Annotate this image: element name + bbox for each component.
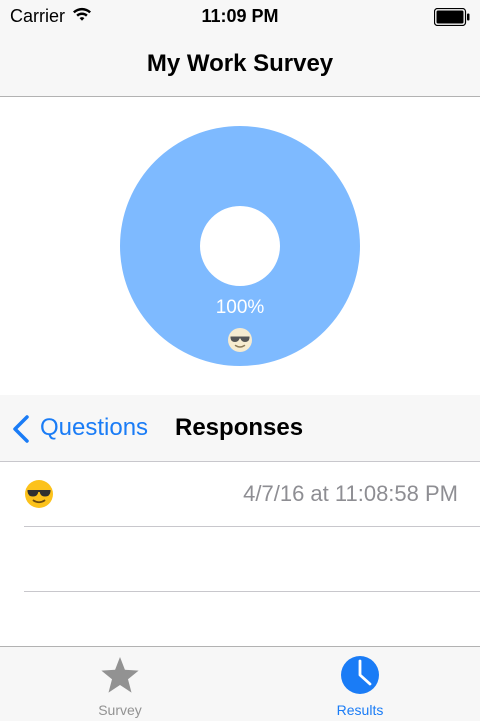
list-item (0, 527, 480, 592)
slice-percent-label: 100% (215, 297, 265, 318)
response-date: 4/7/16 at 11:08:58 PM (243, 481, 458, 506)
list-item[interactable]: 4/7/16 at 11:08:58 PM (0, 462, 480, 527)
responses-list: 4/7/16 at 11:08:58 PM (0, 462, 480, 646)
pie-chart-icon (340, 655, 380, 700)
status-bar: Carrier 11:09 PM (0, 0, 480, 40)
tab-survey[interactable]: Survey (0, 647, 240, 721)
tab-results-label: Results (336, 702, 384, 718)
tab-results[interactable]: Results (240, 647, 480, 721)
tab-survey-label: Survey (98, 702, 142, 718)
list-item (0, 592, 480, 646)
results-chart: 100% (0, 97, 480, 395)
page-title: My Work Survey (146, 50, 334, 77)
tab-bar: Survey Results (0, 646, 480, 721)
chevron-left-icon (12, 415, 30, 448)
sunglasses-emoji-icon (24, 479, 54, 514)
responses-header: Questions Responses (0, 395, 480, 462)
star-icon (100, 655, 140, 700)
battery-icon (433, 7, 470, 31)
navigation-bar: My Work Survey (0, 40, 480, 97)
section-title: Responses (175, 414, 304, 441)
slice-emoji-label (0, 327, 480, 358)
back-button-label: Questions (40, 414, 149, 441)
status-time: 11:09 PM (201, 6, 279, 26)
